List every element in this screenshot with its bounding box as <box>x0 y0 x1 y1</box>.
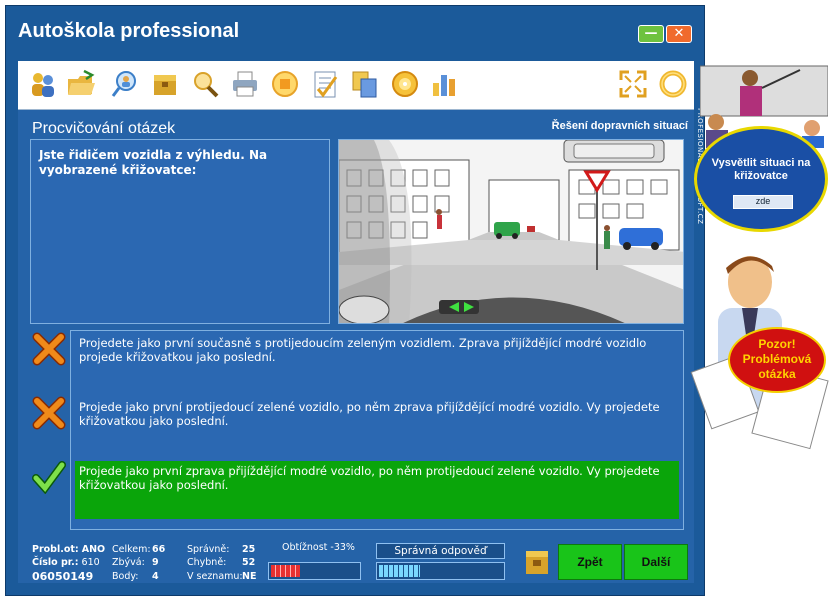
problot-value: ANO <box>81 544 106 555</box>
minimize-icon: — <box>644 26 658 41</box>
problem-question-text: Pozor! Problémová otázka <box>742 337 812 381</box>
close-icon: ✕ <box>673 26 685 41</box>
copy-icon[interactable] <box>350 69 380 99</box>
section-subtitle: Řešení dopravních situací <box>551 120 688 132</box>
answer-option-2[interactable]: Projede jako první protijedoucí zelené v… <box>75 397 679 431</box>
window-title: Autoškola professional <box>18 20 240 42</box>
fullscreen-icon[interactable] <box>618 69 648 99</box>
question-code: 06050149 <box>32 570 94 583</box>
chart-icon[interactable] <box>430 69 460 99</box>
body-value: 4 <box>152 571 159 582</box>
problem-question-badge: Pozor! Problémová otázka <box>728 327 826 393</box>
app-window: Autoškola professional — ✕ Procvičování … <box>5 5 705 596</box>
body-label: Body: <box>112 571 139 582</box>
correct-answer-bar <box>376 562 505 580</box>
answer-option-3[interactable]: Projede jako první zprava přijíždějící m… <box>75 461 679 519</box>
answer-text: Projedete jako první současně s protijed… <box>79 336 647 364</box>
minimize-button[interactable]: — <box>638 25 664 43</box>
spravne-label: Správně: <box>187 544 230 555</box>
answer-list: Projedete jako první současně s protijed… <box>70 330 684 530</box>
difficulty-bar <box>268 562 361 580</box>
celkem-label: Celkem: <box>112 544 151 555</box>
wrong-x-icon <box>32 396 66 430</box>
difficulty-label: Obtížnost -33% <box>282 542 355 553</box>
correct-check-icon <box>32 461 66 494</box>
back-button[interactable]: Zpět <box>558 544 622 580</box>
cislo-label: Číslo pr.: <box>32 557 79 568</box>
section-title: Procvičování otázek <box>32 120 176 137</box>
next-button[interactable]: Další <box>624 544 688 580</box>
explain-text: Vysvětlit situaci na křižovatce <box>711 157 811 182</box>
toolbar <box>18 61 694 110</box>
correct-answer-label: Správná odpověď <box>394 545 487 557</box>
seznamu-value: NE <box>242 571 257 582</box>
chybne-value: 52 <box>242 557 256 568</box>
situation-image <box>338 139 684 324</box>
explain-bubble: Vysvětlit situaci na křižovatce zde <box>694 126 828 232</box>
answer-text: Projede jako první protijedoucí zelené v… <box>79 400 660 428</box>
stop-icon[interactable] <box>270 69 300 99</box>
wrong-x-icon <box>32 332 66 366</box>
chybne-label: Chybně: <box>187 557 227 568</box>
search-person-icon[interactable] <box>110 69 140 99</box>
correct-answer-bar-fill <box>379 565 420 577</box>
difficulty-bar-fill <box>271 565 300 577</box>
print-icon[interactable] <box>230 69 260 99</box>
cislo-value: 610 <box>81 557 100 568</box>
explain-button[interactable]: zde <box>733 195 793 209</box>
seznamu-label: V seznamu: <box>187 571 243 582</box>
spravne-value: 25 <box>242 544 256 555</box>
disc-icon[interactable] <box>390 69 420 99</box>
problot-label: Probl.ot: <box>32 544 79 555</box>
zbyva-label: Zbývá: <box>112 557 145 568</box>
users-icon[interactable] <box>28 69 58 99</box>
traffic-scene-illustration <box>339 140 683 323</box>
box-icon[interactable] <box>524 546 550 576</box>
checklist-icon[interactable] <box>310 69 340 99</box>
zbyva-value: 9 <box>152 557 159 568</box>
answer-text: Projede jako první zprava přijíždějící m… <box>79 464 660 492</box>
box-icon[interactable] <box>150 69 180 99</box>
close-button[interactable]: ✕ <box>666 25 692 43</box>
question-box: Jste řidičem vozidla z výhledu. Na vyobr… <box>30 139 330 324</box>
folder-open-icon[interactable] <box>66 69 96 99</box>
magnify-icon[interactable] <box>190 69 220 99</box>
correct-answer-label-box: Správná odpověď <box>376 543 505 559</box>
main-content: Procvičování otázek Řešení dopravních si… <box>18 110 694 583</box>
celkem-value: 66 <box>152 544 166 555</box>
answer-option-1[interactable]: Projedete jako první současně s protijed… <box>75 333 679 367</box>
ring-icon[interactable] <box>658 69 688 99</box>
question-text: Jste řidičem vozidla z výhledu. Na vyobr… <box>39 148 268 177</box>
